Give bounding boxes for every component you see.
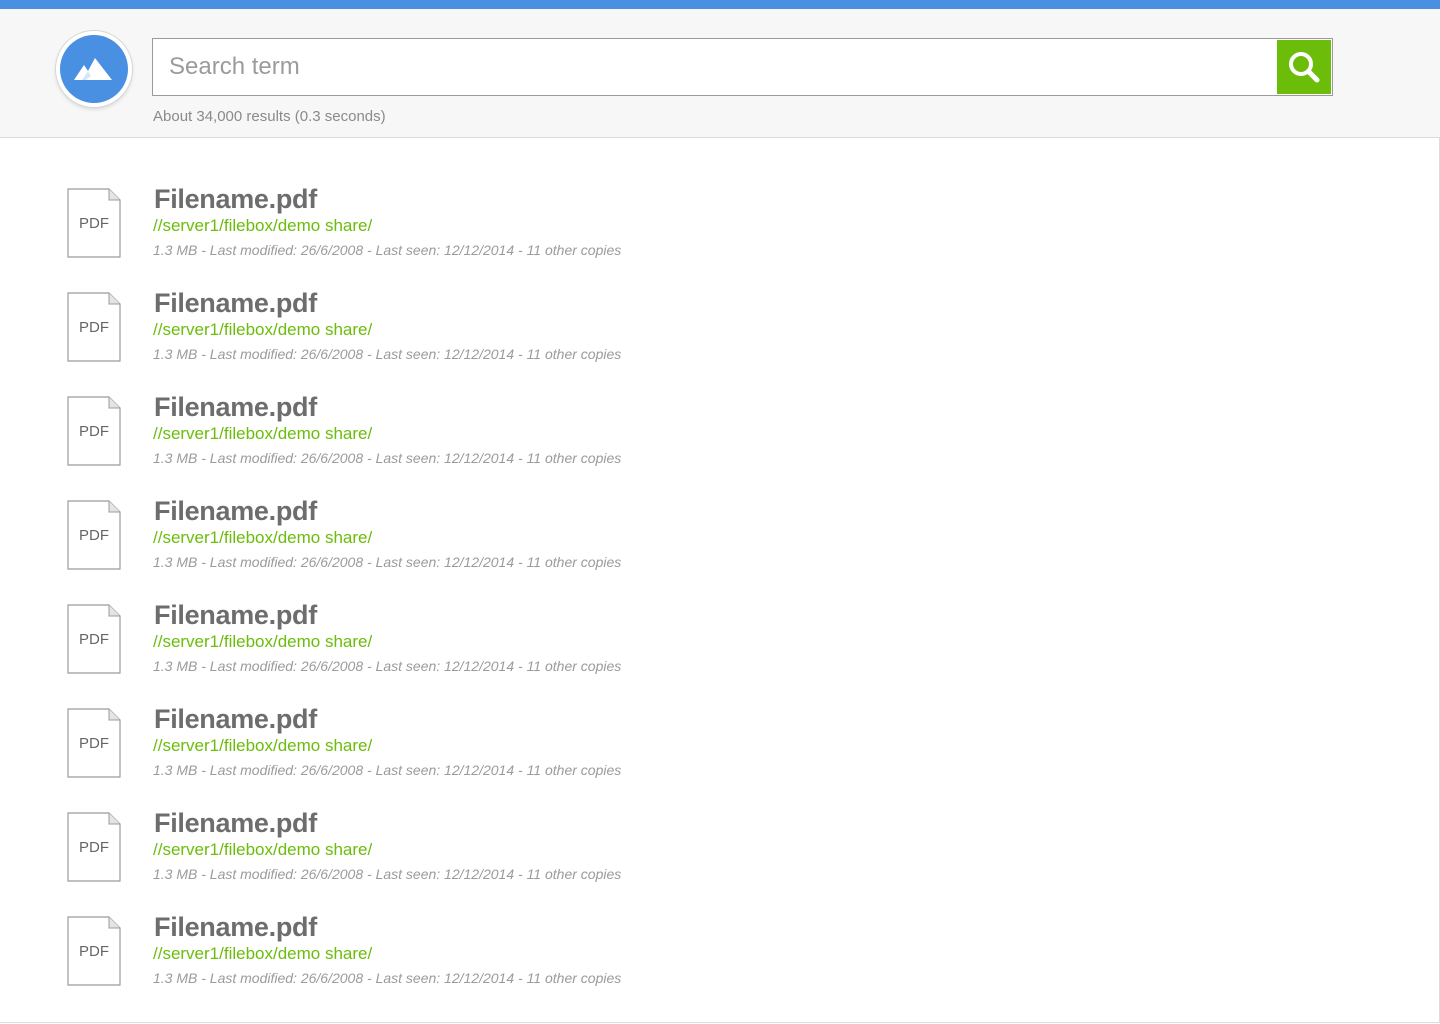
result-title-link[interactable]: Filename.pdf <box>154 703 317 735</box>
result-path-link[interactable]: //server1/filebox/demo share/ <box>153 216 372 236</box>
pdf-file-icon[interactable]: PDF <box>67 604 121 674</box>
result-title-link[interactable]: Filename.pdf <box>154 599 317 631</box>
result-meta: 1.3 MB - Last modified: 26/6/2008 - Last… <box>153 554 622 570</box>
result-title-link[interactable]: Filename.pdf <box>154 807 317 839</box>
result-item: PDF Filename.pdf //server1/filebox/demo … <box>0 703 1439 807</box>
logo[interactable] <box>56 31 132 107</box>
search-header: About 34,000 results (0.3 seconds) <box>0 9 1440 138</box>
search-button[interactable] <box>1277 40 1331 94</box>
pdf-file-icon[interactable]: PDF <box>67 916 121 986</box>
result-path-link[interactable]: //server1/filebox/demo share/ <box>153 424 372 444</box>
result-title-link[interactable]: Filename.pdf <box>154 391 317 423</box>
result-meta: 1.3 MB - Last modified: 26/6/2008 - Last… <box>153 970 622 986</box>
result-path-link[interactable]: //server1/filebox/demo share/ <box>153 840 372 860</box>
logo-badge <box>60 35 128 103</box>
pdf-file-icon[interactable]: PDF <box>67 188 121 258</box>
result-item: PDF Filename.pdf //server1/filebox/demo … <box>0 807 1439 911</box>
pdf-file-icon[interactable]: PDF <box>67 812 121 882</box>
search-input[interactable] <box>153 39 1273 95</box>
file-type-label: PDF <box>79 423 109 440</box>
result-meta: 1.3 MB - Last modified: 26/6/2008 - Last… <box>153 450 622 466</box>
result-title-link[interactable]: Filename.pdf <box>154 911 317 943</box>
result-meta: 1.3 MB - Last modified: 26/6/2008 - Last… <box>153 866 622 882</box>
pdf-file-icon[interactable]: PDF <box>67 292 121 362</box>
file-type-label: PDF <box>79 631 109 648</box>
result-item: PDF Filename.pdf //server1/filebox/demo … <box>0 599 1439 703</box>
result-item: PDF Filename.pdf //server1/filebox/demo … <box>0 183 1439 287</box>
result-path-link[interactable]: //server1/filebox/demo share/ <box>153 632 372 652</box>
file-type-label: PDF <box>79 527 109 544</box>
results-summary: About 34,000 results (0.3 seconds) <box>153 108 386 125</box>
result-meta: 1.3 MB - Last modified: 26/6/2008 - Last… <box>153 762 622 778</box>
result-item: PDF Filename.pdf //server1/filebox/demo … <box>0 391 1439 495</box>
result-title-link[interactable]: Filename.pdf <box>154 287 317 319</box>
result-path-link[interactable]: //server1/filebox/demo share/ <box>153 736 372 756</box>
result-path-link[interactable]: //server1/filebox/demo share/ <box>153 944 372 964</box>
results-list: PDF Filename.pdf //server1/filebox/demo … <box>0 138 1440 1023</box>
result-meta: 1.3 MB - Last modified: 26/6/2008 - Last… <box>153 346 622 362</box>
mountain-icon <box>74 58 112 80</box>
result-path-link[interactable]: //server1/filebox/demo share/ <box>153 528 372 548</box>
result-item: PDF Filename.pdf //server1/filebox/demo … <box>0 287 1439 391</box>
result-path-link[interactable]: //server1/filebox/demo share/ <box>153 320 372 340</box>
pdf-file-icon[interactable]: PDF <box>67 708 121 778</box>
search-icon <box>1289 52 1320 83</box>
result-item: PDF Filename.pdf //server1/filebox/demo … <box>0 495 1439 599</box>
result-meta: 1.3 MB - Last modified: 26/6/2008 - Last… <box>153 658 622 674</box>
file-type-label: PDF <box>79 735 109 752</box>
result-meta: 1.3 MB - Last modified: 26/6/2008 - Last… <box>153 242 622 258</box>
search-box <box>152 38 1333 96</box>
result-title-link[interactable]: Filename.pdf <box>154 183 317 215</box>
file-type-label: PDF <box>79 839 109 856</box>
pdf-file-icon[interactable]: PDF <box>67 500 121 570</box>
file-type-label: PDF <box>79 319 109 336</box>
top-accent-bar <box>0 0 1440 9</box>
result-item: PDF Filename.pdf //server1/filebox/demo … <box>0 911 1439 1015</box>
result-title-link[interactable]: Filename.pdf <box>154 495 317 527</box>
file-type-label: PDF <box>79 943 109 960</box>
file-type-label: PDF <box>79 215 109 232</box>
pdf-file-icon[interactable]: PDF <box>67 396 121 466</box>
